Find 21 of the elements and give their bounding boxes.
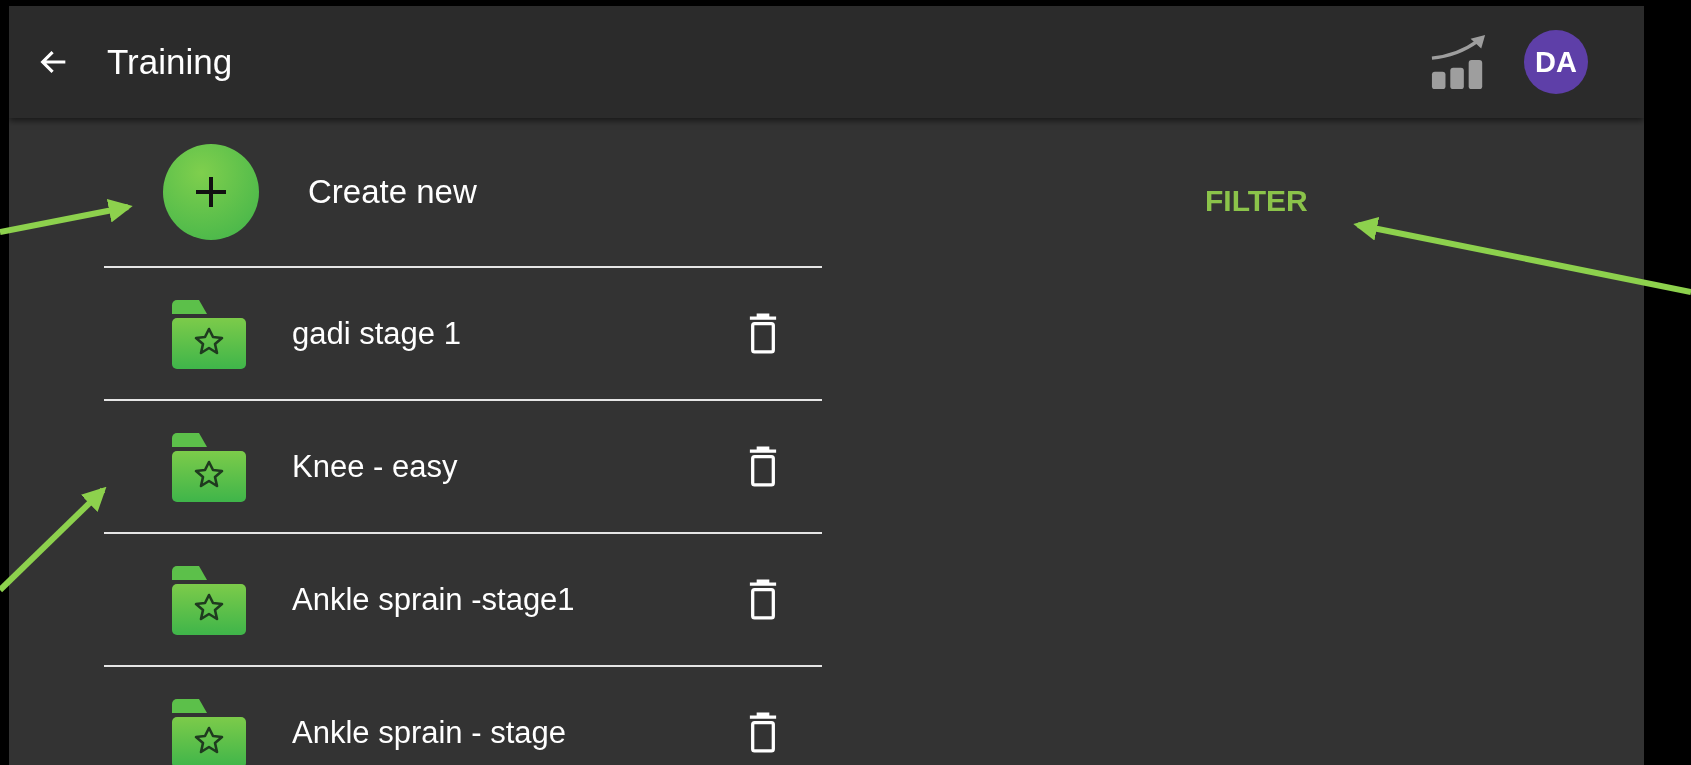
delete-icon[interactable] xyxy=(748,578,778,621)
delete-icon[interactable] xyxy=(748,445,778,488)
folder-star-icon xyxy=(172,431,246,502)
training-list-item[interactable]: Ankle sprain - stage xyxy=(104,667,822,765)
training-name: Knee - easy xyxy=(292,448,459,485)
folder-star-icon xyxy=(172,298,246,369)
user-avatar[interactable]: DA xyxy=(1524,30,1588,94)
training-name: Ankle sprain -stage1 xyxy=(292,581,576,618)
training-list-item[interactable]: Ankle sprain -stage1 xyxy=(104,534,822,667)
training-name: Ankle sprain - stage xyxy=(292,714,567,751)
delete-icon[interactable] xyxy=(748,312,778,355)
create-new-label[interactable]: Create new xyxy=(308,173,477,211)
training-name: gadi stage 1 xyxy=(292,315,462,352)
screen-title: Training xyxy=(107,42,233,82)
training-list-item[interactable]: gadi stage 1 xyxy=(104,268,822,401)
delete-icon[interactable] xyxy=(748,711,778,754)
filter-button[interactable]: FILTER xyxy=(1205,184,1308,218)
bar-chart-icon[interactable] xyxy=(1430,33,1488,91)
training-list-item[interactable]: Knee - easy xyxy=(104,401,822,534)
folder-star-icon xyxy=(172,697,246,765)
folder-star-icon xyxy=(172,564,246,635)
